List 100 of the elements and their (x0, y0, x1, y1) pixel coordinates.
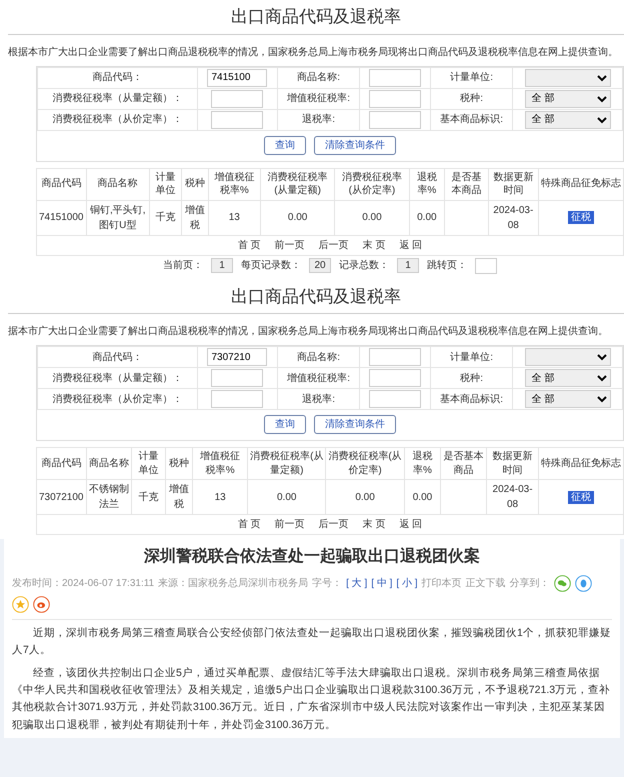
input-field[interactable] (369, 390, 422, 408)
share-label: 分享到： (510, 576, 550, 591)
field-label: 消费税征税率（从量定额）： (52, 372, 183, 384)
field-label: 商品名称: (297, 72, 340, 83)
font-size-link[interactable]: [ 小 ] (396, 576, 418, 591)
field-label: 退税率: (302, 114, 335, 125)
input-field[interactable] (369, 369, 422, 387)
table-cell: 0.00 (334, 200, 410, 235)
table-cell: 千克 (132, 480, 166, 514)
page-title: 出口商品代码及退税率 (230, 6, 402, 28)
field-label: 消费税征税率（从量定额）： (52, 93, 183, 104)
field-label: 退税率: (302, 394, 335, 404)
input-field[interactable] (211, 90, 264, 108)
status-tag: 征税 (568, 490, 594, 504)
search-button[interactable]: 查询 (264, 415, 306, 434)
table-cell: 0.00 (326, 480, 404, 514)
pager-value: 1 (211, 258, 233, 273)
table-cell: 0.00 (248, 480, 326, 514)
intro-text: 根据本市广大出口企业需要了解出口商品退税税率的情况，国家税务总局上海市税务局现将出口商品代码及退税税率信息在网上提供查询。 (8, 46, 619, 60)
status-tag: 征税 (568, 211, 594, 224)
field-label: 基本商品标识: (440, 394, 503, 404)
field-label: 消费税征税率（从价定率）： (52, 114, 183, 125)
column-header: 退税率% (404, 448, 441, 480)
select-field[interactable]: 全 部 (524, 110, 611, 128)
select-field[interactable] (524, 348, 611, 366)
select-field[interactable]: 全 部 (524, 390, 611, 408)
source-text: 来源：国家税务总局深圳市税务局 (158, 576, 308, 591)
pager-link[interactable]: 前一页 (274, 517, 305, 532)
column-header: 消费税征税率(从价定率) (334, 168, 410, 200)
pager-label: 每页记录数： (241, 259, 301, 273)
table-cell: 74151000 (36, 200, 86, 235)
column-header: 数据更新时间 (488, 168, 538, 200)
font-size-label: 字号： (312, 576, 342, 591)
pager-link[interactable]: 首 页 (238, 517, 261, 532)
input-field[interactable] (211, 390, 264, 408)
field-label: 计量单位: (450, 72, 493, 83)
column-header: 税种 (165, 448, 193, 480)
column-header: 数据更新时间 (486, 448, 538, 480)
pager-value: 1 (397, 258, 419, 273)
column-header: 退税率% (409, 168, 445, 200)
table-cell: 13 (208, 200, 260, 235)
font-size-link[interactable]: [ 大 ] (346, 576, 368, 591)
input-field[interactable] (211, 369, 264, 387)
pager-link[interactable]: 首 页 (238, 238, 261, 252)
chat-bubble-icon[interactable] (554, 575, 570, 592)
pager-link[interactable]: 返 回 (399, 238, 422, 252)
page-jump-field[interactable] (475, 258, 497, 274)
input-field[interactable] (211, 110, 264, 128)
pager-link[interactable]: 末 页 (362, 517, 386, 532)
table-cell: 13 (192, 480, 248, 514)
column-header: 商品名称 (86, 448, 132, 480)
column-header: 商品代码 (36, 168, 86, 200)
column-header: 消费税征税率(从量定额) (260, 168, 335, 200)
font-size-link[interactable]: [ 中 ] (371, 576, 392, 591)
field-label: 计量单位: (450, 352, 493, 362)
column-header: 商品名称 (86, 168, 150, 200)
pager-link[interactable]: 后一页 (318, 238, 349, 252)
table-cell: 增值税 (182, 200, 208, 235)
select-field[interactable]: 全 部 (524, 90, 611, 108)
pager-label: 记录总数： (339, 258, 389, 273)
search-button[interactable]: 查询 (264, 136, 306, 154)
table-cell: 2024-03-08 (488, 200, 538, 235)
pager-link[interactable]: 前一页 (274, 238, 305, 252)
field-label: 增值税征税率: (287, 372, 350, 384)
table-cell: 73072100 (36, 480, 86, 514)
column-header: 计量单位 (132, 448, 166, 480)
field-label: 商品代码： (92, 352, 143, 362)
clear-button[interactable]: 清除查询条件 (314, 415, 396, 434)
column-header: 消费税征税率(从价定率) (326, 448, 404, 480)
publish-time: 发布时间：2024-06-07 17:31:11 (12, 576, 154, 591)
column-header: 计量单位 (149, 168, 182, 200)
input-field[interactable] (369, 348, 422, 366)
input-field[interactable] (369, 90, 422, 108)
column-header: 消费税征税率(从量定额) (248, 448, 326, 480)
clear-button[interactable]: 清除查询条件 (314, 136, 396, 154)
pager-link[interactable]: 返 回 (399, 517, 422, 532)
table-cell: 2024-03-08 (486, 480, 538, 514)
page-title: 出口商品代码及退税率 (230, 286, 402, 308)
field-label: 消费税征税率（从价定率）： (52, 394, 183, 404)
table-cell: 不锈钢制法兰 (86, 480, 132, 514)
column-header: 是否基本商品 (440, 448, 487, 480)
column-header: 增值税征税率% (192, 448, 248, 480)
input-field[interactable]: 7415100 (207, 68, 268, 86)
field-label: 商品代码： (92, 72, 143, 83)
column-header: 增值税征税率% (208, 168, 260, 200)
select-field[interactable] (524, 68, 611, 86)
article-title: 深圳警税联合依法查处一起骗取出口退税团伙案 (143, 546, 481, 567)
field-label: 税种: (460, 93, 483, 104)
eye-icon[interactable] (33, 596, 50, 613)
table-cell: 0.00 (409, 200, 445, 235)
input-field[interactable] (369, 110, 422, 128)
intro-text: 据本市广大出口企业需要了解出口商品退税税率的情况，国家税务总局上海市税务局现将出口商品代码及退税税率信息在网上提供查询。 (8, 324, 609, 339)
select-field[interactable]: 全 部 (524, 369, 611, 387)
pager-link[interactable]: 末 页 (362, 238, 386, 252)
input-field[interactable] (369, 68, 422, 86)
field-label: 商品名称: (297, 352, 340, 362)
table-cell: 铜钉,平头钉,图钉U型 (86, 200, 150, 235)
pager-link[interactable]: 后一页 (318, 517, 349, 532)
field-label: 税种: (460, 372, 483, 384)
input-field[interactable]: 7307210 (207, 348, 268, 366)
